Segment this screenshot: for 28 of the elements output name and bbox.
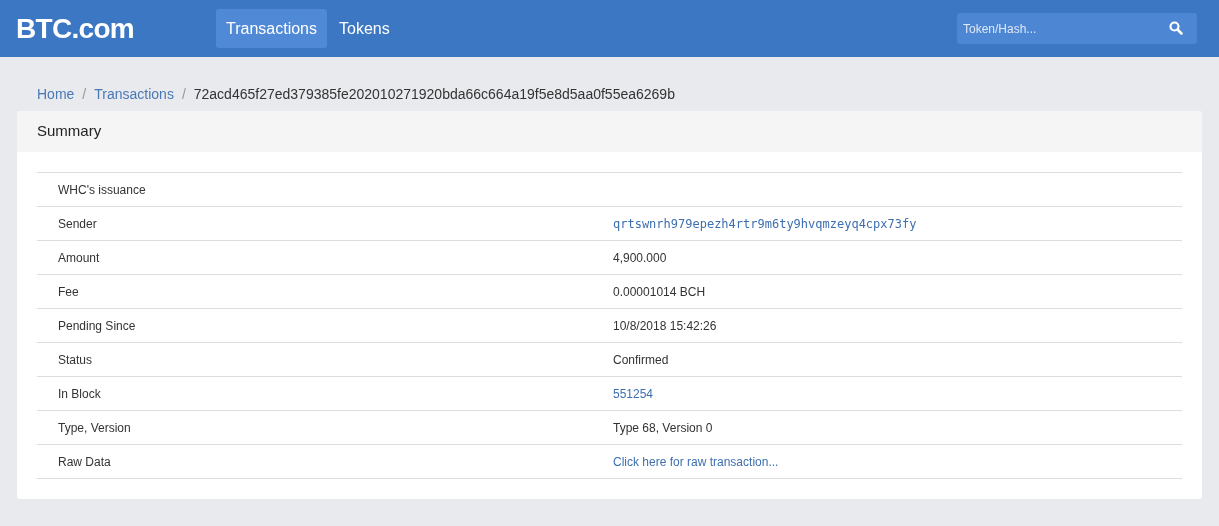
- value-link[interactable]: Click here for raw transaction...: [613, 452, 779, 471]
- value-text: 10/8/2018 15:42:26: [613, 317, 717, 335]
- value-link[interactable]: 551254: [613, 384, 654, 403]
- field-label: In Block: [57, 385, 102, 403]
- search-icon[interactable]: [1169, 21, 1183, 35]
- field-label: Sender: [57, 215, 98, 233]
- logo[interactable]: BTC.com: [16, 7, 216, 50]
- breadcrumb-separator: /: [180, 84, 187, 104]
- field-label: Amount: [57, 249, 101, 267]
- field-label: Type, Version: [57, 419, 132, 437]
- search-field[interactable]: Token/Hash...: [957, 13, 1197, 44]
- value-text: 4,900.000: [613, 249, 667, 267]
- field-label: Fee: [57, 283, 80, 301]
- nav-tab[interactable]: Tokens: [329, 9, 400, 48]
- breadcrumb-separator: /: [81, 84, 88, 104]
- breadcrumb-current: 72acd465f27ed379385fe202010271920bda66c664a19f5e8d5aa0f55ea6269b: [193, 84, 675, 104]
- breadcrumb-link[interactable]: Transactions: [94, 83, 174, 105]
- field-label: Status: [57, 351, 94, 369]
- field-label: WHC's issuance: [57, 181, 147, 199]
- field-label: Pending Since: [57, 317, 137, 335]
- card-title: Summary: [37, 121, 102, 142]
- value-text: 0.00001014 BCH: [613, 283, 706, 301]
- nav-tab[interactable]: Transactions: [216, 9, 327, 48]
- value-text: Confirmed: [613, 351, 669, 369]
- value-text: Type 68, Version 0: [613, 419, 713, 437]
- field-label: Raw Data: [57, 453, 112, 471]
- breadcrumb-link[interactable]: Home: [37, 83, 75, 105]
- address-link[interactable]: qrtswnrh979epezh4rtr9m6ty9hvqmzeyq4cpx73fy: [613, 214, 917, 233]
